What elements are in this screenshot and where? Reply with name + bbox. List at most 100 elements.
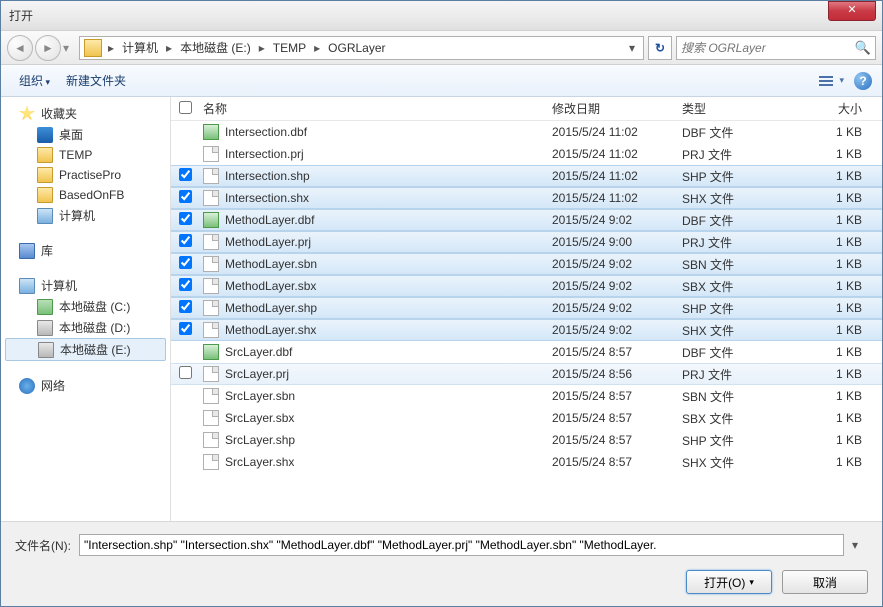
- window-title: 打开: [1, 7, 828, 24]
- sidebar-item-practisepro[interactable]: PractisePro: [1, 165, 170, 185]
- file-date: 2015/5/24 9:02: [552, 301, 682, 315]
- file-size: 1 KB: [792, 323, 882, 337]
- cancel-button[interactable]: 取消: [782, 570, 868, 594]
- file-checkbox[interactable]: [179, 278, 192, 291]
- file-row[interactable]: SrcLayer.dbf2015/5/24 8:57DBF 文件1 KB: [171, 341, 882, 363]
- breadcrumb-dropdown[interactable]: ▾: [623, 41, 641, 55]
- open-button[interactable]: 打开(O)▾: [686, 570, 772, 594]
- sidebar-library[interactable]: 库: [1, 240, 170, 261]
- file-row[interactable]: SrcLayer.prj2015/5/24 8:56PRJ 文件1 KB: [171, 363, 882, 385]
- breadcrumb-seg[interactable]: OGRLayer: [324, 41, 389, 55]
- help-button[interactable]: ?: [854, 72, 872, 90]
- file-type: SBX 文件: [682, 410, 792, 427]
- search-input[interactable]: [681, 41, 855, 55]
- file-date: 2015/5/24 8:56: [552, 367, 682, 381]
- chevron-right-icon[interactable]: ▸: [255, 41, 269, 55]
- column-name[interactable]: 名称: [199, 100, 552, 117]
- sidebar-item-drive-d[interactable]: 本地磁盘 (D:): [1, 317, 170, 338]
- file-row[interactable]: Intersection.dbf2015/5/24 11:02DBF 文件1 K…: [171, 121, 882, 143]
- file-name: SrcLayer.shx: [225, 455, 294, 469]
- file-type: SBX 文件: [682, 278, 792, 295]
- file-date: 2015/5/24 9:02: [552, 279, 682, 293]
- nav-arrows: ◄ ► ▾: [7, 35, 75, 61]
- breadcrumb-seg[interactable]: TEMP: [269, 41, 310, 55]
- navbar: ◄ ► ▾ ▸ 计算机 ▸ 本地磁盘 (E:) ▸ TEMP ▸ OGRLaye…: [1, 31, 882, 65]
- file-checkbox[interactable]: [179, 168, 192, 181]
- file-checkbox[interactable]: [179, 300, 192, 313]
- organize-menu[interactable]: 组织: [11, 68, 58, 93]
- sidebar-computer[interactable]: 计算机: [1, 275, 170, 296]
- sidebar-item-label: 本地磁盘 (E:): [60, 341, 131, 358]
- file-row[interactable]: Intersection.shx2015/5/24 11:02SHX 文件1 K…: [171, 187, 882, 209]
- breadcrumb[interactable]: ▸ 计算机 ▸ 本地磁盘 (E:) ▸ TEMP ▸ OGRLayer ▾: [79, 36, 644, 60]
- sidebar-network[interactable]: 网络: [1, 375, 170, 396]
- chevron-right-icon[interactable]: ▸: [162, 41, 176, 55]
- back-button[interactable]: ◄: [7, 35, 33, 61]
- file-row[interactable]: SrcLayer.shp2015/5/24 8:57SHP 文件1 KB: [171, 429, 882, 451]
- drive-icon: [37, 299, 53, 315]
- file-checkbox[interactable]: [179, 190, 192, 203]
- chevron-right-icon[interactable]: ▸: [310, 41, 324, 55]
- sidebar-item-basedonfb[interactable]: BasedOnFB: [1, 185, 170, 205]
- file-row[interactable]: SrcLayer.sbn2015/5/24 8:57SBN 文件1 KB: [171, 385, 882, 407]
- file-type: SHX 文件: [682, 322, 792, 339]
- sidebar-favorites[interactable]: 收藏夹: [1, 103, 170, 124]
- sidebar-label: 计算机: [41, 277, 77, 294]
- file-checkbox[interactable]: [179, 322, 192, 335]
- close-button[interactable]: ✕: [828, 1, 876, 21]
- filename-dropdown[interactable]: ▾: [852, 538, 868, 552]
- star-icon: [19, 106, 35, 122]
- file-name: MethodLayer.sbx: [225, 279, 316, 293]
- column-type[interactable]: 类型: [682, 100, 792, 117]
- column-date[interactable]: 修改日期: [552, 100, 682, 117]
- file-name: MethodLayer.sbn: [225, 257, 317, 271]
- file-row[interactable]: SrcLayer.shx2015/5/24 8:57SHX 文件1 KB: [171, 451, 882, 473]
- breadcrumb-seg[interactable]: 计算机: [118, 39, 162, 56]
- select-all-checkbox[interactable]: [179, 101, 192, 114]
- nav-history-dropdown[interactable]: ▾: [63, 41, 75, 55]
- sidebar-item-desktop[interactable]: 桌面: [1, 124, 170, 145]
- file-icon: [203, 344, 219, 360]
- file-size: 1 KB: [792, 235, 882, 249]
- view-options-button[interactable]: ▾: [819, 75, 844, 86]
- new-folder-button[interactable]: 新建文件夹: [58, 68, 134, 93]
- forward-button[interactable]: ►: [35, 35, 61, 61]
- file-row[interactable]: MethodLayer.prj2015/5/24 9:00PRJ 文件1 KB: [171, 231, 882, 253]
- file-checkbox[interactable]: [179, 366, 192, 379]
- file-row[interactable]: MethodLayer.shp2015/5/24 9:02SHP 文件1 KB: [171, 297, 882, 319]
- file-name: SrcLayer.dbf: [225, 345, 292, 359]
- sidebar-item-drive-c[interactable]: 本地磁盘 (C:): [1, 296, 170, 317]
- chevron-down-icon: ▾: [839, 75, 844, 86]
- filename-label: 文件名(N):: [15, 537, 71, 554]
- file-row[interactable]: MethodLayer.dbf2015/5/24 9:02DBF 文件1 KB: [171, 209, 882, 231]
- file-row[interactable]: MethodLayer.shx2015/5/24 9:02SHX 文件1 KB: [171, 319, 882, 341]
- column-headers: 名称 修改日期 类型 大小: [171, 97, 882, 121]
- sidebar-label: 库: [41, 242, 53, 259]
- file-checkbox[interactable]: [179, 256, 192, 269]
- search-icon[interactable]: 🔍: [855, 40, 871, 56]
- file-checkbox[interactable]: [179, 234, 192, 247]
- sidebar-item-temp[interactable]: TEMP: [1, 145, 170, 165]
- folder-icon: [37, 147, 53, 163]
- search-box[interactable]: 🔍: [676, 36, 876, 60]
- file-size: 1 KB: [792, 367, 882, 381]
- open-dialog: 打开 ✕ ◄ ► ▾ ▸ 计算机 ▸ 本地磁盘 (E:) ▸ TEMP ▸ OG…: [0, 0, 883, 607]
- list-view-icon: [819, 76, 833, 86]
- file-row[interactable]: MethodLayer.sbx2015/5/24 9:02SBX 文件1 KB: [171, 275, 882, 297]
- breadcrumb-seg[interactable]: 本地磁盘 (E:): [176, 39, 255, 56]
- file-row[interactable]: MethodLayer.sbn2015/5/24 9:02SBN 文件1 KB: [171, 253, 882, 275]
- drive-icon: [38, 342, 54, 358]
- column-size[interactable]: 大小: [792, 100, 882, 117]
- file-icon: [203, 124, 219, 140]
- refresh-button[interactable]: ↻: [648, 36, 672, 60]
- file-row[interactable]: Intersection.shp2015/5/24 11:02SHP 文件1 K…: [171, 165, 882, 187]
- chevron-right-icon[interactable]: ▸: [104, 41, 118, 55]
- sidebar-item-computer-fav[interactable]: 计算机: [1, 205, 170, 226]
- folder-icon: [84, 39, 102, 57]
- sidebar-item-drive-e[interactable]: 本地磁盘 (E:): [5, 338, 166, 361]
- file-row[interactable]: Intersection.prj2015/5/24 11:02PRJ 文件1 K…: [171, 143, 882, 165]
- file-date: 2015/5/24 11:02: [552, 147, 682, 161]
- file-checkbox[interactable]: [179, 212, 192, 225]
- file-row[interactable]: SrcLayer.sbx2015/5/24 8:57SBX 文件1 KB: [171, 407, 882, 429]
- filename-input[interactable]: [79, 534, 844, 556]
